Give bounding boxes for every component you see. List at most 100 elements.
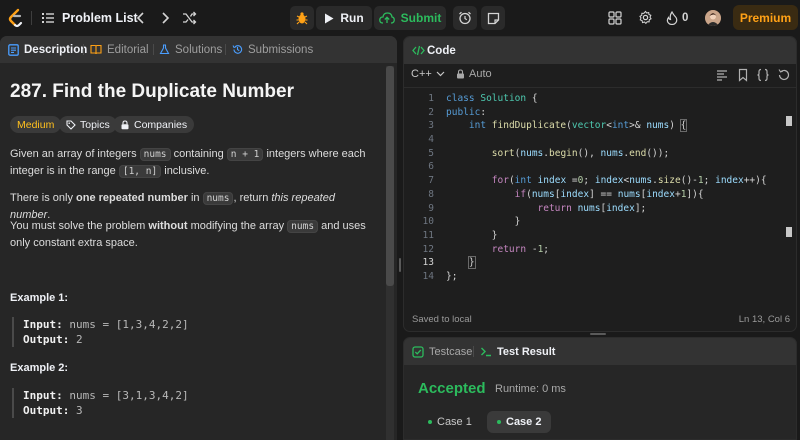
tab-submissions[interactable]: Submissions [232,36,313,63]
line-number: 6 [428,161,434,173]
description-paragraph-3: You must solve the problem without modif… [10,218,375,251]
text: inclusive. [161,165,210,177]
format-code-icon[interactable] [715,68,729,82]
description-paragraph-1: Given an array of integers nums containi… [10,146,375,180]
list-icon[interactable] [41,11,55,25]
debug-button[interactable] [290,6,314,30]
flask-icon [159,44,170,55]
splitter-handle[interactable] [590,333,606,335]
tab-separator [83,44,84,55]
code-line: return nums[index]; [537,202,647,214]
case-1-button[interactable]: Case 1 [418,411,482,433]
runtime-text: Runtime: 0 ms [495,383,566,395]
text: containing [170,148,227,160]
tab-description-label: Description [24,43,88,56]
chevron-right-icon[interactable] [159,11,171,25]
tab-testcase-label: Testcase [429,345,473,358]
example-1-block: Input: nums = [1,3,4,2,2] Output: 2 [12,317,312,347]
code-line: } [467,256,476,270]
reset-icon[interactable] [777,68,791,82]
code-line: } [514,216,521,228]
leetcode-logo-icon[interactable] [6,8,26,28]
line-number: 11 [422,229,434,241]
streak-count: 0 [682,12,689,24]
submit-button[interactable]: Submit [374,6,446,30]
code-editor[interactable]: 1 2 3 4 5 6 7 8 9 10 11 12 13 14 class Solution { pub… [404,92,784,292]
line-number: 7 [428,175,434,187]
result-status: Accepted [418,380,486,397]
example-2-block: Input: nums = [3,1,3,4,2] Output: 3 [12,388,312,418]
editor-status-bar: Saved to local Ln 13, Col 6 [404,308,796,331]
case-2-button[interactable]: Case 2 [487,411,552,433]
output-label: Output: [23,404,70,417]
inline-code: nums [139,148,171,161]
avatar[interactable] [705,10,721,26]
saved-status: Saved to local [412,314,472,325]
alarm-clock-icon [459,11,471,25]
run-label: Run [340,11,364,25]
text: in [187,192,203,204]
scroll-marker [786,116,792,126]
notes-button[interactable] [481,6,505,30]
text: Given an array of integers [10,148,140,160]
lock-icon [121,119,129,129]
pass-dot [497,420,501,424]
code-line: int findDuplicate(vector<int>& nums) { [468,119,688,133]
code-header-title: Code [427,44,456,57]
problem-title: 287. Find the Duplicate Number [10,81,294,102]
checkbox-icon [412,345,424,358]
text: modifying the array [187,220,288,232]
tag-icon [66,119,76,130]
test-panel: Testcase Test Result Accepted Runtime: 0… [403,337,797,440]
run-button[interactable]: Run [316,6,372,30]
code-lines[interactable]: class Solution { public: int findDuplica… [446,92,786,284]
tab-description[interactable]: Description [8,36,87,63]
input-label: Input: [23,389,63,402]
topics-button[interactable]: Topics [59,116,117,133]
output-label: Output: [23,333,70,346]
pass-dot [428,420,432,424]
language-select[interactable]: C++ [411,68,445,80]
scrollbar-thumb[interactable] [386,66,394,286]
code-line: return -1; [491,243,550,255]
cursor-position: Ln 13, Col 6 [738,314,790,325]
tab-editorial[interactable]: Editorial [90,36,149,63]
companies-button[interactable]: Companies [113,116,195,133]
text: There is only [10,192,77,204]
topics-label: Topics [80,118,110,131]
code-line: for(int index =0; index<nums.size()-1; i… [491,175,767,187]
tab-solutions[interactable]: Solutions [159,36,222,63]
test-header: Testcase Test Result [404,338,796,365]
history-icon [232,45,243,54]
gear-icon[interactable] [638,10,653,25]
shuffle-icon[interactable] [182,11,197,25]
user-avatar-icon [705,10,721,26]
auto-mode-toggle[interactable]: Auto [456,68,492,80]
tab-test-result[interactable]: Test Result [480,338,555,365]
line-number: 1 [428,93,434,104]
timer-button[interactable] [453,6,477,30]
code-line: } [491,229,498,241]
code-toolbar: C++ Auto [404,64,796,88]
curly-braces-icon[interactable] [756,68,770,82]
code-line: sort(nums.begin(), nums.end()); [491,147,670,159]
problem-scrollbar[interactable] [386,66,394,440]
cloud-upload-icon [378,12,395,24]
submit-label: Submit [400,11,442,25]
premium-button[interactable]: Premium [733,5,798,30]
input-value: nums = [3,1,3,4,2] [69,389,189,402]
line-number: 3 [428,120,434,132]
line-number: 14 [422,270,434,282]
chevron-left-icon[interactable] [135,11,147,25]
splitter-handle[interactable] [399,258,401,272]
bookmark-icon[interactable] [736,68,750,82]
tab-testcase[interactable]: Testcase [412,338,472,365]
problem-list-link[interactable]: Problem List [62,11,138,25]
line-number: 5 [428,147,434,159]
code-brackets-icon [412,45,425,56]
streak-counter[interactable]: 0 [666,10,688,26]
code-line: }; [446,270,458,282]
tab-editorial-label: Editorial [107,43,149,56]
grid-layout-icon[interactable] [608,11,622,25]
